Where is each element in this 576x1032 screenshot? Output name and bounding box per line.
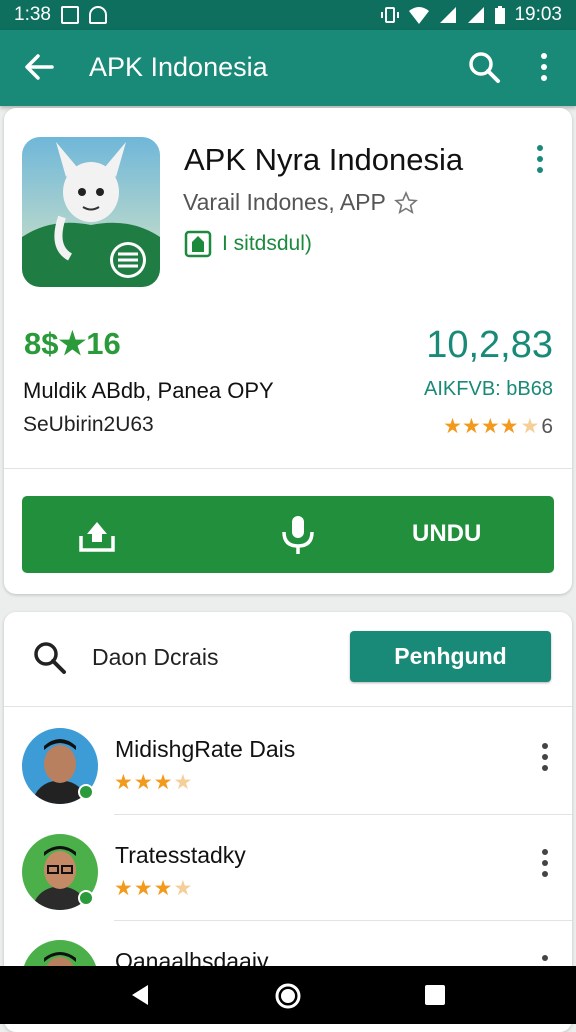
search-icon[interactable] bbox=[467, 50, 501, 84]
divider bbox=[4, 468, 572, 469]
reviewer-name: MidishgRate Dais bbox=[115, 736, 296, 762]
back-arrow-icon[interactable] bbox=[22, 50, 56, 84]
battery-icon bbox=[495, 6, 506, 24]
wifi-icon bbox=[409, 7, 430, 24]
signal-2-icon bbox=[468, 7, 485, 23]
divider bbox=[4, 706, 572, 707]
status-clock: 19:03 bbox=[514, 4, 562, 25]
review-menu-icon[interactable] bbox=[540, 848, 550, 878]
status-time: 1:38 bbox=[14, 4, 51, 25]
info-line-1: Muldik ABdb, Panea OPY bbox=[23, 378, 274, 403]
reviews-action-button[interactable]: Penhgund bbox=[350, 631, 551, 682]
online-badge bbox=[78, 890, 94, 906]
app-name: APK Nyra Indonesia bbox=[184, 142, 464, 177]
divider bbox=[114, 920, 572, 921]
app-bar: APK Indonesia bbox=[0, 30, 576, 106]
gallery-notification-icon bbox=[60, 6, 79, 24]
download-bar[interactable]: UNDU bbox=[22, 496, 554, 573]
reviewer-name: Tratesstadky bbox=[115, 842, 246, 868]
badge-text: I sitdsdul) bbox=[222, 232, 312, 255]
review-menu-icon[interactable] bbox=[540, 742, 550, 772]
more-vert-icon[interactable] bbox=[530, 50, 558, 84]
search-icon[interactable] bbox=[32, 640, 68, 676]
nav-home-icon[interactable] bbox=[274, 982, 302, 1010]
download-count: 10,2,83 bbox=[426, 324, 553, 366]
half-star-icon: ★ bbox=[520, 415, 540, 438]
info-line-2: SeUbirin2U63 bbox=[23, 413, 154, 436]
rating-count: 6 bbox=[541, 414, 553, 438]
developer-row: Varail Indones, APP bbox=[183, 189, 418, 216]
app-notification-icon bbox=[88, 6, 107, 24]
app-bar-title: APK Indonesia bbox=[89, 52, 268, 82]
reviews-search-label: Daon Dcrais bbox=[92, 644, 219, 670]
review-item[interactable]: MidishgRate Dais ★★★★ bbox=[4, 712, 572, 818]
shield-badge-icon bbox=[184, 230, 212, 258]
review-item[interactable]: Tratesstadky ★★★★ bbox=[4, 818, 572, 924]
system-nav-bar bbox=[0, 966, 576, 1024]
online-badge bbox=[78, 784, 94, 800]
developer-name: Varail Indones, APP bbox=[183, 189, 386, 215]
divider bbox=[114, 814, 572, 815]
microphone-icon[interactable] bbox=[278, 514, 318, 556]
vibrate-icon bbox=[381, 7, 400, 23]
app-menu-icon[interactable] bbox=[534, 144, 546, 174]
review-stars: ★★★★ bbox=[114, 771, 194, 794]
download-button-label[interactable]: UNDU bbox=[412, 520, 481, 548]
nav-back-icon[interactable] bbox=[128, 983, 152, 1007]
review-stars: ★★★★ bbox=[114, 877, 194, 900]
rating-stars: ★★★★ ★ 6 bbox=[443, 414, 553, 439]
star-outline-icon[interactable] bbox=[393, 190, 418, 215]
status-bar: 1:38 19:03 bbox=[0, 0, 576, 30]
download-count-label: AIKFVB: bB68 bbox=[424, 378, 553, 400]
app-details-card: APK Nyra Indonesia Varail Indones, APP I… bbox=[4, 108, 572, 594]
signal-icon bbox=[440, 7, 457, 23]
nav-recents-icon[interactable] bbox=[424, 984, 446, 1006]
app-icon[interactable] bbox=[22, 137, 160, 287]
install-icon[interactable] bbox=[78, 516, 116, 554]
rating-summary: 8$★16 bbox=[24, 326, 121, 361]
star-icon: ★★★★ bbox=[443, 415, 519, 438]
verified-badge: I sitdsdul) bbox=[184, 230, 312, 258]
